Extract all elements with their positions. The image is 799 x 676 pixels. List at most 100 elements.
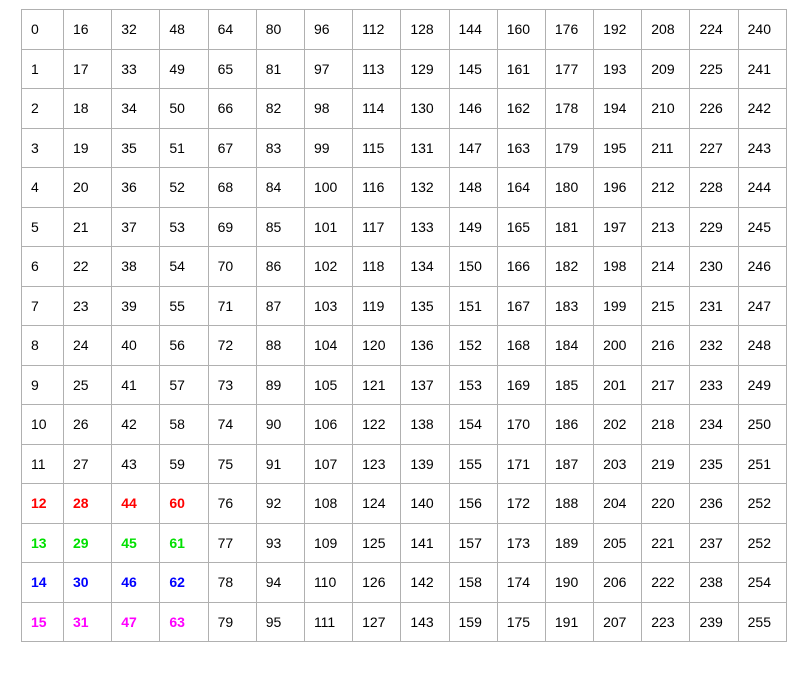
table-cell: 169 (496, 364, 546, 405)
table-cell: 75 (207, 443, 257, 484)
table-cell: 135 (400, 285, 450, 326)
table-cell: 214 (641, 246, 691, 287)
table-cell: 127 (352, 601, 402, 642)
table-cell: 16 (62, 9, 113, 50)
table-cell: 41 (111, 364, 161, 405)
table-cell: 74 (207, 404, 257, 445)
table-cell: 59 (159, 443, 209, 484)
table-cell: 82 (255, 88, 305, 129)
table-cell: 92 (255, 483, 305, 524)
table-cell: 76 (207, 483, 257, 524)
table-cell: 248 (737, 325, 787, 366)
table-cell: 71 (207, 285, 257, 326)
table-cell: 168 (496, 325, 546, 366)
table-cell: 183 (544, 285, 595, 326)
table-cell: 161 (496, 48, 546, 89)
table-cell: 79 (207, 601, 257, 642)
table-cell: 98 (303, 88, 354, 129)
table-cell: 81 (255, 48, 305, 89)
table-cell: 232 (689, 325, 739, 366)
table-cell: 171 (496, 443, 546, 484)
table-cell: 89 (255, 364, 305, 405)
table-cell: 11 (21, 443, 64, 484)
table-cell: 227 (689, 127, 739, 168)
table-cell: 224 (689, 9, 739, 50)
table-row: 11 27 43 59 75 91 107 123 139 155 171 187 203 219 235 2… (21, 443, 787, 484)
table-cell: 204 (593, 483, 643, 524)
table-cell: 154 (448, 404, 498, 445)
table-cell: 220 (641, 483, 691, 524)
table-cell: 225 (689, 48, 739, 89)
table-cell: 177 (544, 48, 595, 89)
table-cell: 63 (159, 601, 209, 642)
table-cell: 65 (207, 48, 257, 89)
table-cell: 144 (448, 9, 498, 50)
table-cell: 243 (737, 127, 787, 168)
table-cell: 3 (21, 127, 64, 168)
table-cell: 138 (400, 404, 450, 445)
table-cell: 210 (641, 88, 691, 129)
table-cell: 175 (496, 601, 546, 642)
table-cell: 148 (448, 167, 498, 208)
table-cell: 219 (641, 443, 691, 484)
table-cell: 215 (641, 285, 691, 326)
table-cell: 12 (21, 483, 64, 524)
table-cell: 190 (544, 562, 595, 603)
table-cell: 108 (303, 483, 354, 524)
table-cell: 255 (737, 601, 787, 642)
table-cell: 133 (400, 206, 450, 247)
table-cell: 160 (496, 9, 546, 50)
table-cell: 123 (352, 443, 402, 484)
table-cell: 32 (111, 9, 161, 50)
table-cell: 184 (544, 325, 595, 366)
table-cell: 100 (303, 167, 354, 208)
table-cell: 221 (641, 522, 691, 563)
table-cell: 94 (255, 562, 305, 603)
table-cell: 72 (207, 325, 257, 366)
table-cell: 217 (641, 364, 691, 405)
table-cell: 18 (62, 88, 113, 129)
table-cell: 166 (496, 246, 546, 287)
table-cell: 22 (62, 246, 113, 287)
table-cell: 50 (159, 88, 209, 129)
table-cell: 134 (400, 246, 450, 287)
table-cell: 120 (352, 325, 402, 366)
table-cell: 29 (62, 522, 113, 563)
table-cell: 40 (111, 325, 161, 366)
table-cell: 129 (400, 48, 450, 89)
table-row: 1 17 33 49 65 81 97 113 129 145 161 177 193 209 225 241 (21, 48, 787, 89)
table-cell: 130 (400, 88, 450, 129)
table-row: 15 31 47 63 79 95 111 127 143 159 175 191 207 223 239 2… (21, 601, 787, 642)
table-cell: 45 (111, 522, 161, 563)
table-cell: 96 (303, 9, 354, 50)
table-cell: 252 (737, 483, 787, 524)
table-cell: 110 (303, 562, 354, 603)
table-cell: 34 (111, 88, 161, 129)
table-cell: 207 (593, 601, 643, 642)
table-row: 5 21 37 53 69 85 101 117 133 149 165 181 197 213 229 24… (21, 206, 787, 247)
table-cell: 113 (352, 48, 402, 89)
table-cell: 126 (352, 562, 402, 603)
table-cell: 38 (111, 246, 161, 287)
table-cell: 39 (111, 285, 161, 326)
table-cell: 115 (352, 127, 402, 168)
table-cell: 97 (303, 48, 354, 89)
table-cell: 189 (544, 522, 595, 563)
table-cell: 141 (400, 522, 450, 563)
table-cell: 30 (62, 562, 113, 603)
table-cell: 170 (496, 404, 546, 445)
table-cell: 252 (737, 522, 787, 563)
table-cell: 240 (737, 9, 787, 50)
table-cell: 187 (544, 443, 595, 484)
table-cell: 114 (352, 88, 402, 129)
table-row: 2 18 34 50 66 82 98 114 130 146 162 178 194 210 226 242 (21, 88, 787, 129)
table-cell: 149 (448, 206, 498, 247)
table-cell: 95 (255, 601, 305, 642)
table-cell: 231 (689, 285, 739, 326)
table-cell: 121 (352, 364, 402, 405)
table-cell: 236 (689, 483, 739, 524)
table-cell: 181 (544, 206, 595, 247)
table-cell: 68 (207, 167, 257, 208)
table-cell: 85 (255, 206, 305, 247)
table-cell: 241 (737, 48, 787, 89)
